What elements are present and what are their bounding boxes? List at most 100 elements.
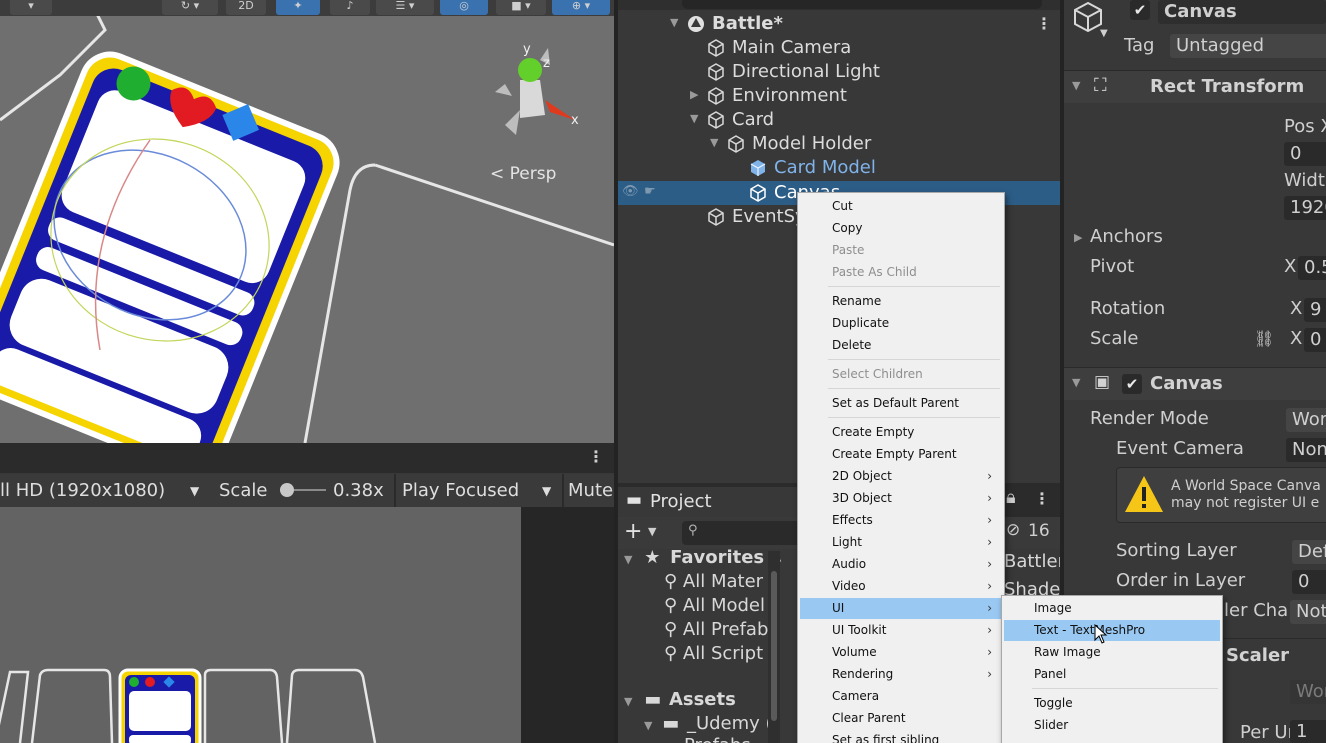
menu-item-paste[interactable]: Paste (800, 240, 1002, 261)
submenu-item-text-textmeshpro[interactable]: Text - TextMeshPro (1004, 620, 1220, 641)
hidden-objects-icon[interactable]: ◎ (440, 0, 488, 15)
rotation-x-input[interactable]: 9 (1304, 298, 1326, 322)
link-icon[interactable]: ⛓ (1254, 329, 1274, 348)
lock-icon[interactable]: 🔒︎ (1006, 487, 1016, 508)
favorites-header[interactable]: ▼ ★ Favorites (624, 547, 764, 568)
tab-project[interactable]: ▬ Project (618, 487, 798, 517)
game-kebab-icon[interactable]: ⋮ (588, 447, 604, 466)
menu-item-ui[interactable]: UI › (800, 598, 1002, 619)
add-asset-button[interactable]: + (624, 519, 642, 544)
submenu-item-slider[interactable]: Slider (1004, 715, 1220, 736)
menu-item-3d-object[interactable]: 3D Object › (800, 488, 1002, 509)
menu-item-cut[interactable]: Cut (800, 196, 1002, 217)
resolution-dropdown[interactable]: ll HD (1920x1080) (0, 480, 165, 501)
collapse-arrow-icon[interactable]: ▶ (690, 88, 698, 101)
persp-label[interactable]: < Persp (490, 164, 556, 184)
hierarchy-search-input[interactable] (682, 0, 1042, 9)
active-checkbox[interactable]: ✔ (1130, 0, 1150, 20)
add-dropdown-chevron-icon[interactable]: ▼ (648, 525, 656, 538)
menu-item-rename[interactable]: Rename (800, 291, 1002, 312)
expand-arrow-icon[interactable]: ▼ (670, 16, 678, 29)
submenu-item-raw-image[interactable]: Raw Image (1004, 642, 1220, 663)
scene-view[interactable]: y z x ▾ ↻ ▾ 2D ✦ ♪ ☰ ▾ ◎ ■ ▾ ⊕ ▾ < Persp (0, 0, 614, 443)
hierarchy-item-directional-light[interactable]: Directional Light (618, 60, 1060, 84)
expand-arrow-icon[interactable]: ▼ (624, 695, 632, 708)
render-mode-dropdown[interactable]: Wor (1286, 408, 1326, 432)
resolution-chevron-icon[interactable]: ▼ (190, 484, 199, 498)
pos-x-input[interactable]: 0 (1284, 142, 1326, 166)
favorite-all-models[interactable]: ⚲ All Model (664, 595, 765, 616)
lighting-toggle-icon[interactable]: ✦ (276, 0, 320, 15)
scrollbar-thumb[interactable] (771, 571, 777, 721)
hierarchy-item-environment[interactable]: ▶ Environment (618, 84, 1060, 108)
favorite-all-materials[interactable]: ⚲ All Mater (664, 571, 763, 592)
hierarchy-item-main-camera[interactable]: Main Camera (618, 36, 1060, 60)
additional-channels-dropdown[interactable]: Noth (1290, 600, 1326, 624)
hierarchy-item-card-model[interactable]: Card Model (618, 156, 1060, 180)
hierarchy-item-model-holder[interactable]: ▼ Model Holder (618, 132, 1060, 156)
pivot-x-input[interactable]: 0.5 (1298, 256, 1326, 280)
menu-item-video[interactable]: Video › (800, 576, 1002, 597)
toggle-2d-button[interactable]: 2D (226, 0, 266, 15)
hidden-eye-icon[interactable]: ⊘ (1006, 520, 1020, 540)
asset-battler[interactable]: Battler (1004, 551, 1060, 572)
expand-arrow-icon[interactable]: ▼ (1072, 376, 1080, 389)
play-mode-dropdown[interactable]: Play Focused (402, 480, 519, 501)
hierarchy-item-card[interactable]: ▼ Card (618, 108, 1060, 132)
scale-slider-thumb[interactable] (280, 483, 294, 497)
menu-item-clear-parent[interactable]: Clear Parent (800, 708, 1002, 729)
assets-folder-udemy[interactable]: ▼ ▬ _Udemy ( (644, 713, 773, 734)
width-input[interactable]: 1920 (1284, 196, 1326, 220)
menu-item-copy[interactable]: Copy (800, 218, 1002, 239)
gizmo-rotate-dropdown[interactable]: ↻ ▾ (162, 0, 218, 15)
menu-item-set-as-first-sibling[interactable]: Set as first sibling (800, 730, 1002, 743)
menu-item-light[interactable]: Light › (800, 532, 1002, 553)
menu-item-create-empty[interactable]: Create Empty (800, 422, 1002, 443)
submenu-item-panel[interactable]: Panel (1004, 664, 1220, 685)
play-mode-chevron-icon[interactable]: ▼ (542, 484, 551, 498)
collapse-arrow-icon[interactable]: ▶ (1074, 231, 1082, 244)
favorite-all-prefabs[interactable]: ⚲ All Prefab (664, 619, 768, 640)
submenu-item-image[interactable]: Image (1004, 598, 1220, 619)
sorting-layer-dropdown[interactable]: Def (1292, 540, 1326, 564)
menu-item-2d-object[interactable]: 2D Object › (800, 466, 1002, 487)
menu-item-ui-toolkit[interactable]: UI Toolkit › (800, 620, 1002, 641)
submenu-item-toggle[interactable]: Toggle (1004, 693, 1220, 714)
expand-arrow-icon[interactable]: ▼ (710, 136, 718, 149)
menu-item-select-children[interactable]: Select Children (800, 364, 1002, 385)
canvas-component-header[interactable]: ▼ ▣ ✔ Canvas (1064, 367, 1326, 400)
gizmos-dropdown[interactable]: ⊕ ▾ (552, 0, 610, 15)
expand-arrow-icon[interactable]: ▼ (1072, 79, 1080, 92)
menu-item-duplicate[interactable]: Duplicate (800, 313, 1002, 334)
favorite-all-scripts[interactable]: ⚲ All Script (664, 643, 763, 664)
audio-toggle-icon[interactable]: ♪ (330, 0, 370, 15)
scale-x-input[interactable]: 0 (1304, 328, 1326, 352)
rect-transform-header[interactable]: ▼ ⛶ Rect Transform (1064, 70, 1326, 103)
expand-arrow-icon[interactable]: ▼ (690, 112, 698, 125)
scene-kebab-icon[interactable]: ⋮ (1036, 14, 1052, 33)
effects-dropdown[interactable]: ☰ ▾ (376, 0, 434, 15)
menu-item-effects[interactable]: Effects › (800, 510, 1002, 531)
assets-header[interactable]: ▼ ▬ Assets (624, 689, 736, 710)
draw-mode-dropdown[interactable]: ▾ (10, 0, 52, 15)
canvas-enabled-checkbox[interactable]: ✔ (1122, 374, 1142, 394)
menu-item-set-as-default-parent[interactable]: Set as Default Parent (800, 393, 1002, 414)
menu-item-audio[interactable]: Audio › (800, 554, 1002, 575)
menu-item-camera[interactable]: Camera (800, 686, 1002, 707)
per-unit-input[interactable]: 1 (1290, 720, 1326, 743)
menu-item-rendering[interactable]: Rendering › (800, 664, 1002, 685)
tag-dropdown[interactable]: Untagged (1170, 34, 1326, 58)
order-in-layer-input[interactable]: 0 (1292, 570, 1326, 594)
hierarchy-item-battle[interactable]: ▼ Battle* ⋮ (618, 12, 1060, 36)
expand-arrow-icon[interactable]: ▼ (624, 553, 632, 566)
expand-arrow-icon[interactable]: ▼ (644, 719, 652, 732)
icon-dropdown-chevron-icon[interactable]: ▼ (1100, 28, 1108, 39)
mute-audio-button[interactable]: Mute (568, 480, 613, 501)
game-view[interactable] (0, 507, 521, 743)
object-name-input[interactable]: Canvas (1158, 0, 1326, 24)
menu-item-volume[interactable]: Volume › (800, 642, 1002, 663)
menu-item-create-empty-parent[interactable]: Create Empty Parent (800, 444, 1002, 465)
visibility-eye-icon[interactable]: 👁 (622, 184, 639, 199)
camera-dropdown[interactable]: ■ ▾ (496, 0, 546, 15)
assets-folder-prefabs[interactable]: Prefabs (684, 735, 751, 743)
